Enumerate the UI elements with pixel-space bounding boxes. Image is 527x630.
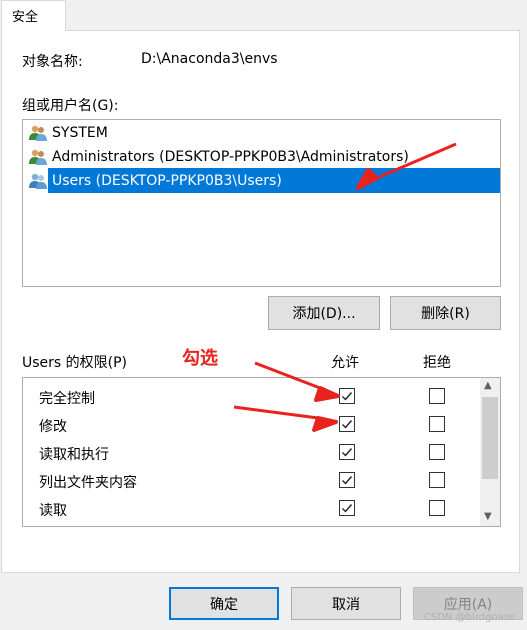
allow-checkbox[interactable] <box>339 388 355 404</box>
groups-label: 组或用户名(G): <box>22 98 119 114</box>
group-item-system[interactable]: SYSTEM <box>28 122 108 144</box>
scroll-thumb[interactable] <box>482 397 498 479</box>
watermark: CSDN @birdgoase <box>424 612 516 623</box>
permission-row-read-execute: 读取和执行 <box>23 440 480 468</box>
users-icon <box>28 124 48 142</box>
group-item-label: SYSTEM <box>52 125 108 141</box>
ok-button[interactable]: 确定 <box>169 587 279 620</box>
group-item-administrators[interactable]: Administrators (DESKTOP-PPKP0B3\Administ… <box>28 146 409 168</box>
deny-checkbox[interactable] <box>429 388 445 404</box>
deny-checkbox[interactable] <box>429 500 445 516</box>
cancel-button[interactable]: 取消 <box>291 587 401 620</box>
deny-checkbox[interactable] <box>429 472 445 488</box>
allow-header: 允许 <box>331 355 359 371</box>
add-button[interactable]: 添加(D)... <box>268 296 380 330</box>
allow-checkbox[interactable] <box>339 500 355 516</box>
remove-button[interactable]: 删除(R) <box>390 296 501 330</box>
tab-security[interactable]: 安全 <box>1 0 66 31</box>
allow-checkbox[interactable] <box>339 416 355 432</box>
deny-checkbox[interactable] <box>429 444 445 460</box>
deny-checkbox[interactable] <box>429 416 445 432</box>
permission-row-partial <box>23 524 480 526</box>
users-icon <box>28 172 48 190</box>
tab-strip <box>0 0 527 30</box>
object-name-label: 对象名称: <box>22 54 83 70</box>
group-item-label: Administrators (DESKTOP-PPKP0B3\Administ… <box>52 149 409 165</box>
permission-row-modify: 修改 <box>23 412 480 440</box>
permission-label: 完全控制 <box>39 391 95 407</box>
permission-label: 读取 <box>39 503 67 519</box>
users-icon <box>28 148 48 166</box>
group-item-label: Users (DESKTOP-PPKP0B3\Users) <box>52 173 282 189</box>
scroll-down-icon[interactable]: ▼ <box>484 511 492 522</box>
permissions-label: Users 的权限(P) <box>22 355 128 371</box>
object-name-value: D:\Anaconda3\envs <box>141 51 278 67</box>
group-item-users[interactable]: Users (DESKTOP-PPKP0B3\Users) <box>28 170 282 192</box>
permission-row-list-folder: 列出文件夹内容 <box>23 468 480 496</box>
allow-checkbox[interactable] <box>339 444 355 460</box>
allow-checkbox[interactable] <box>339 472 355 488</box>
scroll-up-icon[interactable]: ▲ <box>484 380 492 391</box>
permission-row-full-control: 完全控制 <box>23 384 480 412</box>
permission-label: 列出文件夹内容 <box>39 475 137 491</box>
permission-label: 读取和执行 <box>39 447 109 463</box>
groups-list[interactable] <box>22 119 501 287</box>
annotation-label: 勾选 <box>182 348 218 369</box>
permission-label: 修改 <box>39 419 67 435</box>
deny-header: 拒绝 <box>423 355 451 371</box>
permissions-list: 完全控制 修改 读取和执行 列出文件夹内容 读取 <box>22 377 501 527</box>
permission-row-read: 读取 <box>23 496 480 524</box>
